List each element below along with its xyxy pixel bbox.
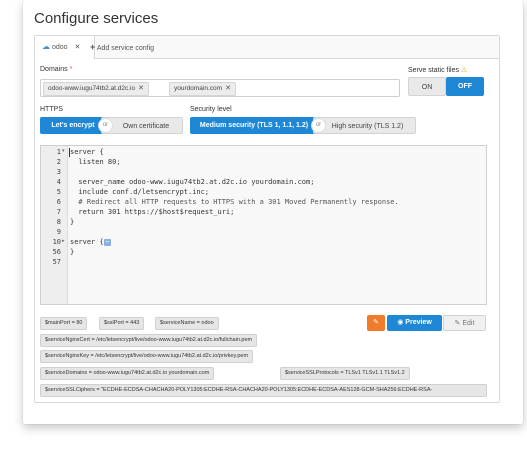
domains-label-text: Domains — [40, 66, 68, 73]
own-certificate-button[interactable]: Own certificate — [101, 117, 183, 134]
close-icon[interactable]: ✕ — [74, 44, 80, 51]
remove-tag-icon[interactable]: ✕ — [225, 85, 231, 92]
fold-arrow-icon[interactable]: ▸ — [62, 238, 65, 244]
domain-tag: odoo-www.iugu74tb2.at.d2c.io ✕ — [43, 82, 149, 96]
code-line: server {↔ — [70, 238, 111, 246]
variable-chip[interactable]: $serviceSSLProtocols = TLSv1 TLSv1.1 TLS… — [280, 367, 410, 380]
https-or-divider: or — [98, 118, 113, 133]
letsencrypt-button[interactable]: Let's encrypt — [40, 117, 106, 134]
variable-chip[interactable]: $serviceNginxKey = /etc/letsencrypt/live… — [40, 350, 254, 363]
serve-static-label-text: Serve static files — [408, 67, 459, 74]
code-line: # Redirect all HTTP requests to HTTPS wi… — [70, 198, 399, 206]
code-line: } — [70, 218, 75, 226]
edit-button-label: Edit — [462, 320, 475, 327]
security-level-label: Security level — [190, 106, 232, 113]
erase-button[interactable]: ✎ — [367, 315, 385, 331]
editor-gutter: 1 2 3 4 5 6 7 8 9 10 56 57 ▾ ▸ — [41, 146, 68, 304]
preview-button[interactable]: ◉ Preview — [387, 315, 442, 331]
line-number: 5 — [56, 188, 61, 196]
domain-tag-label: odoo-www.iugu74tb2.at.d2c.io — [48, 85, 136, 92]
eraser-icon: ✎ — [373, 319, 379, 326]
domains-label: Domains * — [40, 66, 72, 73]
tab-bar: ☁ odoo ✕ + Add service config — [35, 36, 499, 59]
line-number: 2 — [56, 158, 61, 166]
security-or-divider: or — [311, 118, 326, 133]
line-number: 1 — [56, 148, 61, 156]
preview-button-label: Preview — [405, 319, 432, 326]
line-number: 3 — [56, 168, 61, 176]
line-number: 7 — [56, 208, 61, 216]
line-number: 4 — [56, 178, 61, 186]
code-line: server_name odoo-www.iugu74tb2.at.d2c.io… — [70, 178, 315, 186]
code-line: } — [70, 248, 75, 256]
line-number: 10 — [52, 238, 61, 246]
variable-chip[interactable]: $serviceSSLCiphers = "ECDHE-ECDSA-CHACHA… — [40, 384, 487, 397]
remove-tag-icon[interactable]: ✕ — [138, 85, 144, 92]
line-number: 56 — [52, 248, 61, 256]
medium-security-button[interactable]: Medium security (TLS 1, 1.1, 1.2) — [190, 117, 318, 134]
fold-arrow-icon[interactable]: ▾ — [62, 148, 65, 154]
variable-chip[interactable]: $sslPort = 443 — [99, 317, 145, 330]
configure-services-window: Configure services ☁ odoo ✕ + Add servic… — [23, 0, 523, 424]
domain-tag-label: yourdomain.com — [174, 85, 223, 92]
edit-icon: ✎ — [454, 320, 461, 327]
serve-static-label: Serve static files ⚠ — [408, 66, 467, 74]
code-line: include conf.d/letsencrypt.inc; — [70, 188, 210, 196]
edit-button[interactable]: ✎ Edit — [443, 315, 486, 331]
variable-chip[interactable]: $mainPort = 80 — [40, 317, 88, 330]
https-label: HTTPS — [40, 106, 63, 113]
page-title: Configure services — [34, 10, 159, 27]
static-on-button[interactable]: ON — [408, 77, 446, 96]
line-number: 9 — [56, 228, 61, 236]
service-config-panel: ☁ odoo ✕ + Add service config Domains * … — [34, 35, 500, 403]
warning-icon: ⚠ — [460, 67, 468, 74]
required-mark: * — [69, 66, 73, 73]
folded-block-marker[interactable]: ↔ — [103, 238, 111, 246]
code-line-text: server { — [70, 238, 104, 246]
line-number: 8 — [56, 218, 61, 226]
code-line: listen 80; — [70, 158, 121, 166]
tab-add-service-config[interactable]: + Add service config — [83, 36, 161, 58]
text-cursor — [69, 148, 70, 157]
line-number: 6 — [56, 198, 61, 206]
tab-odoo-label: odoo — [51, 44, 68, 51]
domain-tag: yourdomain.com ✕ — [169, 82, 236, 96]
code-line: return 301 https://$host$request_uri; — [70, 208, 235, 216]
nginx-config-editor[interactable]: 1 2 3 4 5 6 7 8 9 10 56 57 ▾ ▸ server { … — [40, 145, 487, 305]
plus-icon: + — [90, 42, 96, 52]
domains-input[interactable]: odoo-www.iugu74tb2.at.d2c.io ✕ yourdomain… — [40, 79, 400, 97]
variable-chip[interactable]: $serviceDomains = odoo-www.iugu74tb2.at.… — [40, 367, 215, 380]
tab-add-label: Add service config — [96, 45, 155, 52]
code-line: server { — [70, 148, 104, 156]
cloud-icon: ☁ — [42, 42, 50, 51]
variable-chip[interactable]: $serviceNginxCert = /etc/letsencrypt/liv… — [40, 334, 258, 347]
eye-icon: ◉ — [397, 319, 404, 326]
high-security-button[interactable]: High security (TLS 1.2) — [313, 117, 416, 134]
static-off-button[interactable]: OFF — [446, 77, 484, 96]
line-number: 57 — [52, 258, 61, 266]
variable-chip[interactable]: $serviceName = odoo — [155, 317, 219, 330]
